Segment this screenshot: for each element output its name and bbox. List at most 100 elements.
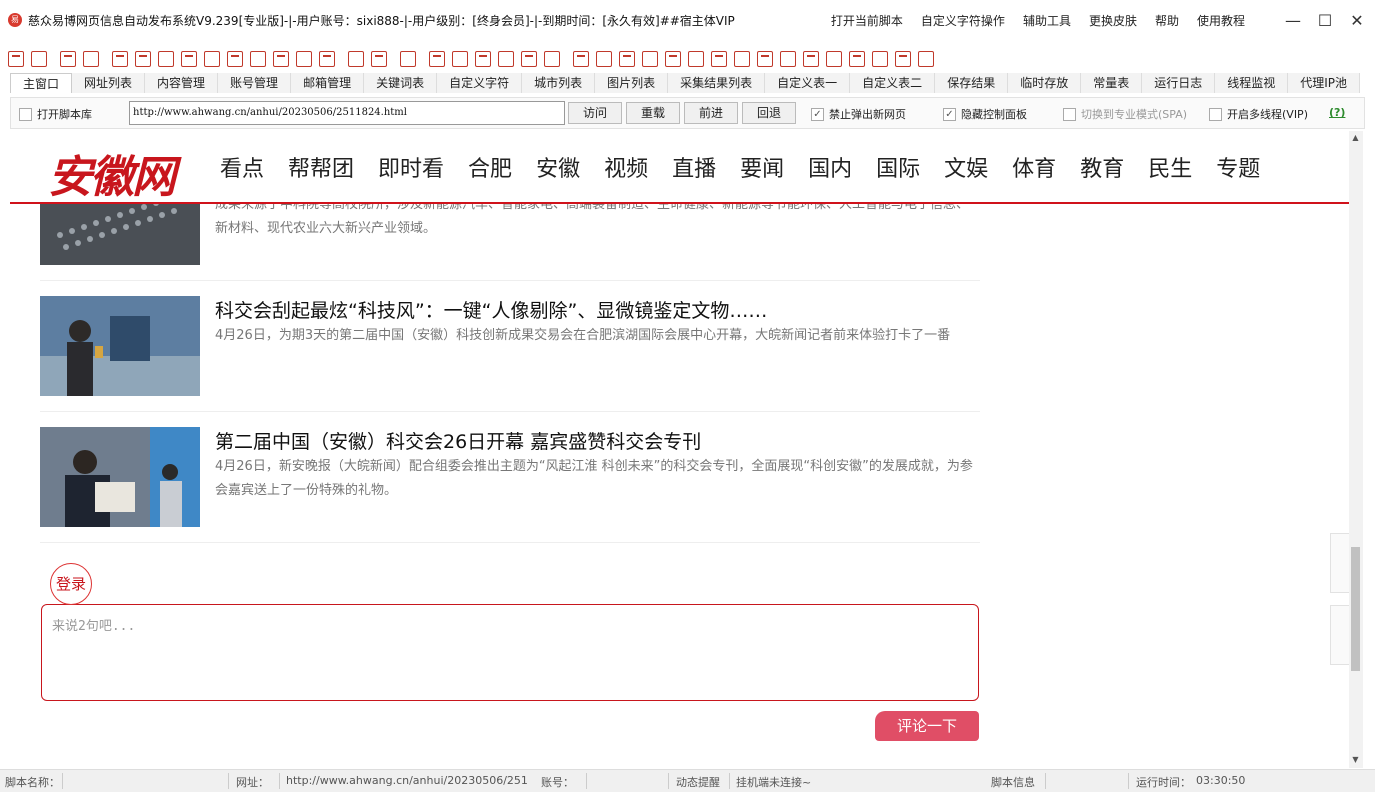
article-thumbnail[interactable] (40, 427, 200, 527)
table-icon[interactable] (475, 51, 491, 67)
layout-icon[interactable] (688, 51, 704, 67)
edit-icon[interactable] (803, 51, 819, 67)
site-nav-item[interactable]: 合肥 (468, 151, 512, 183)
menu-tools[interactable]: 辅助工具 (1023, 12, 1071, 29)
checkbox-box[interactable] (19, 107, 32, 121)
tab-threads[interactable]: 线程监视 (1215, 73, 1289, 93)
save-icon[interactable] (60, 51, 76, 67)
site-nav-item[interactable]: 文娱 (944, 151, 988, 183)
checkbox-box[interactable] (1063, 107, 1076, 121)
tab-email[interactable]: 邮箱管理 (291, 73, 365, 93)
move-up-icon[interactable] (273, 51, 289, 67)
minimize-icon[interactable]: — (1279, 6, 1307, 34)
list-view-icon[interactable] (83, 51, 99, 67)
site-nav-item[interactable]: 教育 (1080, 151, 1124, 183)
site-nav-item[interactable]: 直播 (672, 151, 716, 183)
grid-icon[interactable] (400, 51, 416, 67)
download-icon[interactable] (112, 51, 128, 67)
matrix-icon[interactable] (544, 51, 560, 67)
site-nav-item[interactable]: 帮帮团 (288, 151, 354, 183)
site-logo[interactable]: 安徽网 (48, 141, 176, 205)
side-float-tab[interactable] (1330, 605, 1349, 665)
menu-help[interactable]: 帮助 (1155, 12, 1179, 29)
comment-textarea[interactable]: 来说2句吧... (41, 604, 979, 701)
visit-button[interactable]: 访问 (568, 102, 622, 124)
maximize-icon[interactable]: ☐ (1311, 6, 1339, 34)
tab-cities[interactable]: 城市列表 (522, 73, 596, 93)
close-icon[interactable]: ✕ (1343, 6, 1371, 34)
equal-icon[interactable] (734, 51, 750, 67)
site-nav-item[interactable]: 体育 (1012, 151, 1056, 183)
frame-icon[interactable] (665, 51, 681, 67)
menu-custom-chars[interactable]: 自定义字符操作 (921, 12, 1005, 29)
tab-content[interactable]: 内容管理 (145, 73, 219, 93)
tab-images[interactable]: 图片列表 (595, 73, 669, 93)
site-nav-item[interactable]: 看点 (220, 151, 264, 183)
multithread-checkbox[interactable]: 开启多线程(VIP) (1209, 106, 1308, 122)
log-icon[interactable] (918, 51, 934, 67)
close-box-icon[interactable] (158, 51, 174, 67)
list-icon[interactable] (31, 51, 47, 67)
scroll-down-icon[interactable]: ▼ (1351, 755, 1360, 765)
checkbox-box[interactable] (1209, 107, 1222, 121)
upload-icon[interactable] (135, 51, 151, 67)
page-source-icon[interactable] (371, 51, 387, 67)
tab-url-list[interactable]: 网址列表 (72, 73, 146, 93)
back-button[interactable]: 回退 (742, 102, 796, 124)
site-nav-item[interactable]: 国内 (808, 151, 852, 183)
tab-accounts[interactable]: 账号管理 (218, 73, 292, 93)
script-icon[interactable] (319, 51, 335, 67)
tab-custom-chars[interactable]: 自定义字符 (437, 73, 523, 93)
article-item[interactable]: 科交会刮起最炫“科技风”：一键“人像剔除”、显微镜鉴定文物…… 4月26日，为期… (40, 296, 980, 412)
help-link[interactable]: (?) (1329, 106, 1345, 119)
checkbox-box[interactable]: ✓ (943, 107, 956, 121)
delete-icon[interactable] (181, 51, 197, 67)
scrollbar-thumb[interactable] (1351, 547, 1360, 671)
forward-button[interactable]: 前进 (684, 102, 738, 124)
vertical-scrollbar[interactable]: ▲ ▼ (1349, 131, 1363, 768)
image-icon[interactable] (826, 51, 842, 67)
document-icon[interactable] (757, 51, 773, 67)
tab-proxy[interactable]: 代理IP池 (1288, 73, 1361, 93)
chart-icon[interactable] (711, 51, 727, 67)
site-nav-item[interactable]: 视频 (604, 151, 648, 183)
ip-icon[interactable] (780, 51, 796, 67)
reload-button[interactable]: 重载 (626, 102, 680, 124)
tab-custom-table-2[interactable]: 自定义表二 (850, 73, 936, 93)
site-nav-item[interactable]: 国际 (876, 151, 920, 183)
site-nav-item[interactable]: 要闻 (740, 151, 784, 183)
block-popup-checkbox[interactable]: ✓ 禁止弹出新网页 (811, 106, 906, 122)
tab-temp[interactable]: 临时存放 (1008, 73, 1082, 93)
scroll-up-icon[interactable]: ▲ (1351, 133, 1360, 143)
import-icon[interactable] (8, 51, 24, 67)
side-float-tab[interactable] (1330, 533, 1349, 593)
tab-constants[interactable]: 常量表 (1081, 73, 1143, 93)
js-icon[interactable] (573, 51, 589, 67)
window-icon[interactable] (872, 51, 888, 67)
tab-main[interactable]: 主窗口 (10, 73, 73, 93)
url-input[interactable]: http://www.ahwang.cn/anhui/20230506/2511… (129, 101, 565, 125)
calendar-icon[interactable] (521, 51, 537, 67)
article-title[interactable]: 科交会刮起最炫“科技风”：一键“人像剔除”、显微镜鉴定文物…… (215, 296, 767, 323)
submit-comment-button[interactable]: 评论一下 (875, 711, 979, 741)
menu-tutorial[interactable]: 使用教程 (1197, 12, 1245, 29)
code-icon[interactable] (429, 51, 445, 67)
article-thumbnail[interactable] (40, 296, 200, 396)
site-nav-item[interactable]: 安徽 (536, 151, 580, 183)
tab-custom-table-1[interactable]: 自定义表一 (765, 73, 851, 93)
tab-results[interactable]: 采集结果列表 (668, 73, 766, 93)
t-icon[interactable] (596, 51, 612, 67)
copy-icon[interactable] (204, 51, 220, 67)
indent-icon[interactable] (227, 51, 243, 67)
map-icon[interactable] (619, 51, 635, 67)
link-icon[interactable] (498, 51, 514, 67)
column-icon[interactable] (642, 51, 658, 67)
site-nav-item[interactable]: 专题 (1216, 151, 1260, 183)
article-item[interactable]: 第二届中国（安徽）科交会26日开幕 嘉宾盛赞科交会专刊 4月26日，新安晚报（大… (40, 427, 980, 543)
open-script-lib-checkbox[interactable]: 打开脚本库 (19, 106, 92, 122)
text-icon[interactable] (452, 51, 468, 67)
article-title[interactable]: 第二届中国（安徽）科交会26日开幕 嘉宾盛赞科交会专刊 (215, 427, 701, 454)
page-icon[interactable] (348, 51, 364, 67)
spa-mode-checkbox[interactable]: 切换到专业模式(SPA) (1063, 106, 1187, 122)
checkbox-box[interactable]: ✓ (811, 107, 824, 121)
